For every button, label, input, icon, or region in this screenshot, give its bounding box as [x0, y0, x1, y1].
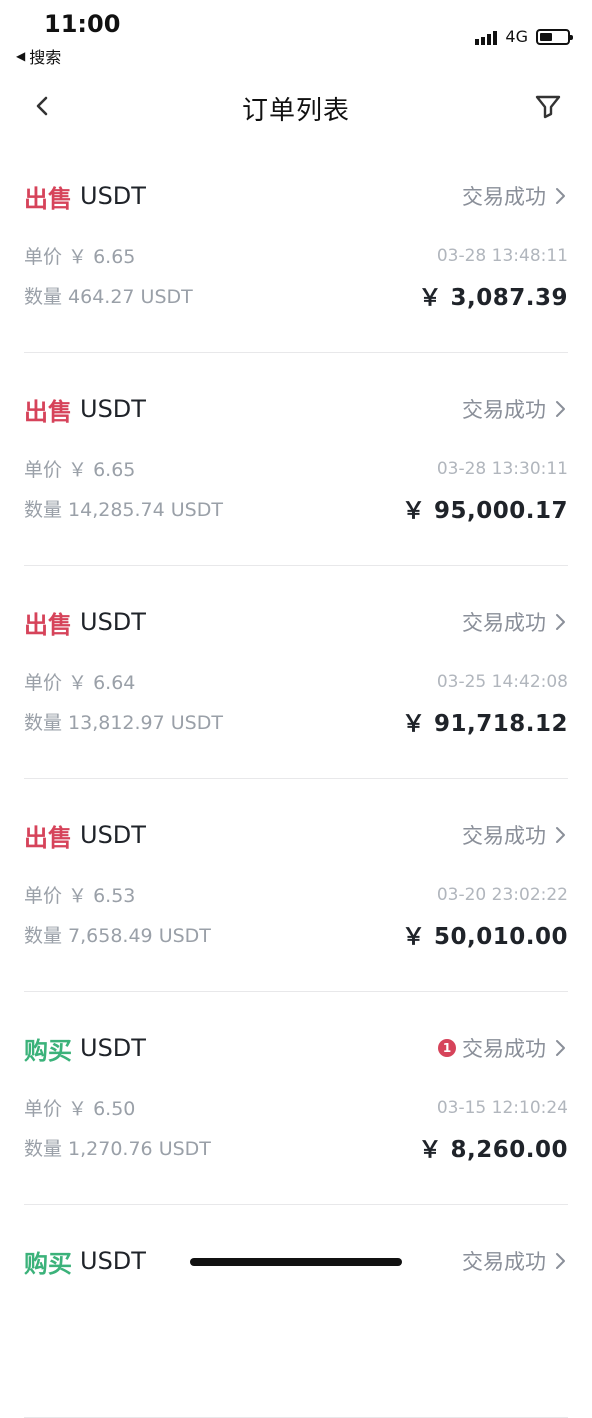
status-indicators: 4G	[475, 27, 573, 46]
order-item[interactable]: 购买 USDT 1 交易成功单价 ￥ 6.50 03-15 12:10:24 数量 1,2…	[24, 992, 568, 1205]
order-title: 出售 USDT	[24, 818, 146, 853]
network-type: 4G	[505, 27, 528, 46]
order-price-row: 单价 ￥ 6.65 03-28 13:48:11	[24, 242, 568, 269]
order-list: 出售 USDT 交易成功 单价 ￥ 6.65 03-28 13:48:11 数量 464.…	[24, 140, 568, 1418]
order-qty-row: 数量 13,812.97 USDT ￥ 91,718.12	[24, 704, 568, 738]
order-qty-row: 数量 1,270.76 USDT ￥ 8,260.00	[24, 1130, 568, 1164]
order-time: 03-25 14:42:08	[436, 671, 568, 692]
order-status: 交易成功	[462, 824, 546, 848]
nav-bar: 订单列表	[0, 78, 592, 134]
order-status-link[interactable]: 交易成功	[462, 181, 568, 211]
unit-price: 单价 ￥ 6.65	[24, 246, 136, 268]
order-type: 购买	[24, 1036, 72, 1065]
order-time: 03-15 12:10:24	[436, 1097, 568, 1118]
unit-price: 单价 ￥ 6.65	[24, 459, 136, 481]
order-status: 交易成功	[462, 398, 546, 422]
order-total: ￥ 3,087.39	[418, 285, 568, 311]
back-triangle-icon: ◀	[16, 49, 26, 63]
order-status-link[interactable]: 交易成功	[462, 607, 568, 637]
order-time: 03-28 13:30:11	[436, 458, 568, 479]
order-status: 交易成功	[462, 185, 546, 209]
order-asset: USDT	[80, 1247, 146, 1275]
order-status-link[interactable]: 交易成功	[462, 394, 568, 424]
unit-price: 单价 ￥ 6.53	[24, 885, 136, 907]
order-total: ￥ 91,718.12	[401, 711, 568, 737]
battery-icon	[536, 28, 573, 45]
back-to-search-label: 搜索	[29, 48, 62, 67]
signal-icon	[475, 29, 498, 45]
order-quantity: 数量 13,812.97 USDT	[24, 711, 223, 734]
status-bar: 11:00 ◀ 搜索 4G	[0, 0, 592, 70]
order-asset: USDT	[80, 608, 146, 636]
order-asset: USDT	[80, 1034, 146, 1062]
order-header: 出售 USDT 交易成功	[24, 818, 568, 853]
order-quantity: 数量 7,658.49 USDT	[24, 924, 211, 947]
order-header: 出售 USDT 交易成功	[24, 179, 568, 214]
order-status: 交易成功	[462, 611, 546, 635]
chevron-right-icon	[556, 1253, 565, 1269]
order-price-row: 单价 ￥ 6.65 03-28 13:30:11	[24, 455, 568, 482]
notification-badge: 1	[438, 1039, 456, 1057]
order-title: 出售 USDT	[24, 179, 146, 214]
order-qty-row: 数量 14,285.74 USDT ￥ 95,000.17	[24, 491, 568, 525]
order-quantity: 数量 14,285.74 USDT	[24, 498, 223, 521]
chevron-right-icon	[556, 614, 565, 630]
order-header: 购买 USDT 1 交易成功	[24, 1031, 568, 1066]
order-type: 出售	[24, 823, 72, 852]
order-title: 出售 USDT	[24, 392, 146, 427]
order-item[interactable]: 出售 USDT 交易成功单价 ￥ 6.65 03-28 13:48:11 数量 464.…	[24, 140, 568, 353]
order-asset: USDT	[80, 395, 146, 423]
order-total: ￥ 50,010.00	[401, 924, 568, 950]
order-status: 交易成功	[462, 1250, 546, 1274]
order-type: 出售	[24, 610, 72, 639]
order-total: ￥ 95,000.17	[401, 498, 568, 524]
chevron-right-icon	[556, 401, 565, 417]
order-status-link[interactable]: 1 交易成功	[438, 1033, 568, 1063]
order-price-row: 单价 ￥ 6.50 03-15 12:10:24	[24, 1094, 568, 1121]
order-item[interactable]: 出售 USDT 交易成功单价 ￥ 6.64 03-25 14:42:08 数量 13,8…	[24, 566, 568, 779]
order-status-link[interactable]: 交易成功	[462, 1246, 568, 1276]
order-total: ￥ 8,260.00	[418, 1137, 568, 1163]
order-type: 购买	[24, 1249, 72, 1278]
home-indicator[interactable]	[190, 1258, 402, 1266]
order-status: 交易成功	[462, 1037, 546, 1061]
page-title: 订单列表	[241, 96, 350, 126]
order-item[interactable]: 出售 USDT 交易成功单价 ￥ 6.65 03-28 13:30:11 数量 14,2…	[24, 353, 568, 566]
order-title: 购买 USDT	[24, 1244, 146, 1279]
order-time: 03-28 13:48:11	[436, 245, 568, 266]
order-price-row: 单价 ￥ 6.53 03-20 23:02:22	[24, 881, 568, 908]
filter-icon[interactable]	[534, 92, 562, 120]
order-type: 出售	[24, 397, 72, 426]
order-item[interactable]: 购买 USDT 交易成功	[24, 1205, 568, 1418]
order-price-row: 单价 ￥ 6.64 03-25 14:42:08	[24, 668, 568, 695]
order-quantity: 数量 1,270.76 USDT	[24, 1137, 211, 1160]
order-qty-row: 数量 7,658.49 USDT ￥ 50,010.00	[24, 917, 568, 951]
order-qty-row: 数量 464.27 USDT ￥ 3,087.39	[24, 278, 568, 312]
order-quantity: 数量 464.27 USDT	[24, 285, 193, 308]
chevron-right-icon	[556, 1040, 565, 1056]
order-asset: USDT	[80, 821, 146, 849]
unit-price: 单价 ￥ 6.50	[24, 1098, 136, 1120]
unit-price: 单价 ￥ 6.64	[24, 672, 136, 694]
order-type: 出售	[24, 184, 72, 213]
order-header: 出售 USDT 交易成功	[24, 605, 568, 640]
chevron-right-icon	[556, 188, 565, 204]
order-header: 出售 USDT 交易成功	[24, 392, 568, 427]
order-time: 03-20 23:02:22	[436, 884, 568, 905]
order-status-link[interactable]: 交易成功	[462, 820, 568, 850]
order-title: 出售 USDT	[24, 605, 146, 640]
order-item[interactable]: 出售 USDT 交易成功单价 ￥ 6.53 03-20 23:02:22 数量 7,65…	[24, 779, 568, 992]
status-time: 11:00	[44, 10, 121, 38]
order-title: 购买 USDT	[24, 1031, 146, 1066]
chevron-right-icon	[556, 827, 565, 843]
order-asset: USDT	[80, 182, 146, 210]
back-to-search-link[interactable]: ◀ 搜索	[16, 44, 61, 68]
